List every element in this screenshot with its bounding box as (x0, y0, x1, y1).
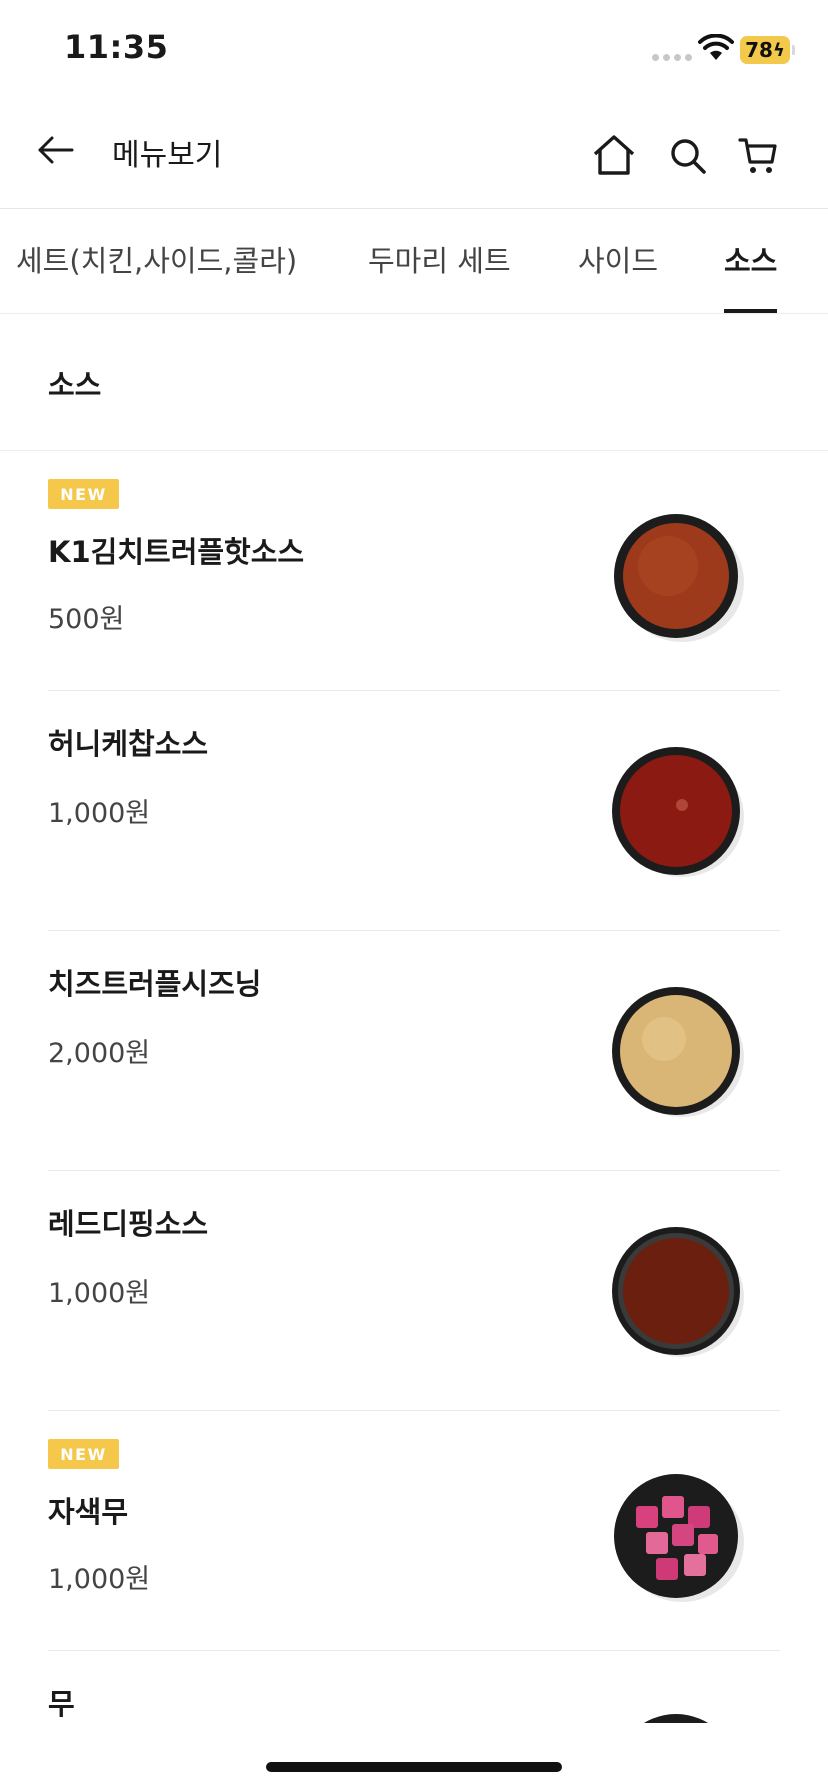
header: 메뉴보기 (0, 100, 828, 208)
item-price: 500원 (48, 604, 125, 635)
menu-item[interactable]: NEW 자색무 1,000원 (0, 1411, 828, 1651)
tab-double-set[interactable]: 두마리 세트 (368, 209, 511, 313)
home-button[interactable] (592, 134, 636, 176)
item-name: 허니케찹소스 (48, 727, 209, 761)
new-badge: NEW (48, 1439, 119, 1469)
item-price: 1,000원 (48, 1278, 151, 1309)
cart-icon (738, 138, 777, 173)
dipping-sauce-bowl-image (612, 1227, 744, 1357)
ketchup-sauce-bowl-image (612, 747, 744, 877)
item-price: 2,000원 (48, 1038, 151, 1069)
seasoning-powder-bowl-image (612, 987, 744, 1117)
wifi-icon (698, 34, 734, 60)
item-name: 레드디핑소스 (48, 1207, 209, 1241)
search-button[interactable] (668, 136, 708, 176)
menu-item[interactable]: NEW K1김치트러플핫소스 500원 (0, 451, 828, 691)
category-tabs: 세트(치킨,사이드,콜라) 두마리 세트 사이드 소스 (0, 209, 828, 313)
section-title: 소스 (48, 368, 102, 402)
search-icon (671, 139, 706, 174)
purple-radish-bowl-image (614, 1474, 744, 1602)
menu-item[interactable]: 무 (0, 1651, 828, 1723)
item-name: 자색무 (48, 1495, 129, 1529)
item-name: 무 (48, 1687, 75, 1721)
status-bar: 11:35 78 ϟ (0, 0, 828, 100)
item-price: 1,000원 (48, 798, 151, 829)
menu-item[interactable]: 레드디핑소스 1,000원 (0, 1171, 828, 1411)
battery-tip (792, 45, 795, 55)
battery-level: 78 (745, 38, 773, 62)
menu-item[interactable]: 허니케찹소스 1,000원 (0, 691, 828, 931)
item-name: 치즈트러플시즈닝 (48, 967, 262, 1001)
item-name: K1김치트러플핫소스 (48, 535, 305, 569)
menu-item[interactable]: 치즈트러플시즈닝 2,000원 (0, 931, 828, 1171)
home-indicator (266, 1762, 562, 1772)
tab-side[interactable]: 사이드 (578, 209, 658, 313)
cart-button[interactable] (738, 136, 778, 176)
tab-set[interactable]: 세트(치킨,사이드,콜라) (16, 209, 297, 313)
back-button[interactable] (36, 130, 76, 170)
tab-sauce[interactable]: 소스 (724, 209, 778, 313)
page-title: 메뉴보기 (112, 138, 223, 173)
red-sauce-bowl-image (614, 514, 744, 642)
home-icon (593, 135, 635, 175)
status-time: 11:35 (64, 28, 169, 66)
radish-bowl-image (643, 1714, 709, 1723)
charging-icon: ϟ (772, 39, 785, 61)
battery-indicator: 78 ϟ (740, 36, 790, 64)
signal-icon (652, 54, 692, 61)
new-badge: NEW (48, 479, 119, 509)
item-price: 1,000원 (48, 1564, 151, 1595)
arrow-left-icon (38, 136, 74, 164)
tabs-divider (0, 313, 828, 314)
